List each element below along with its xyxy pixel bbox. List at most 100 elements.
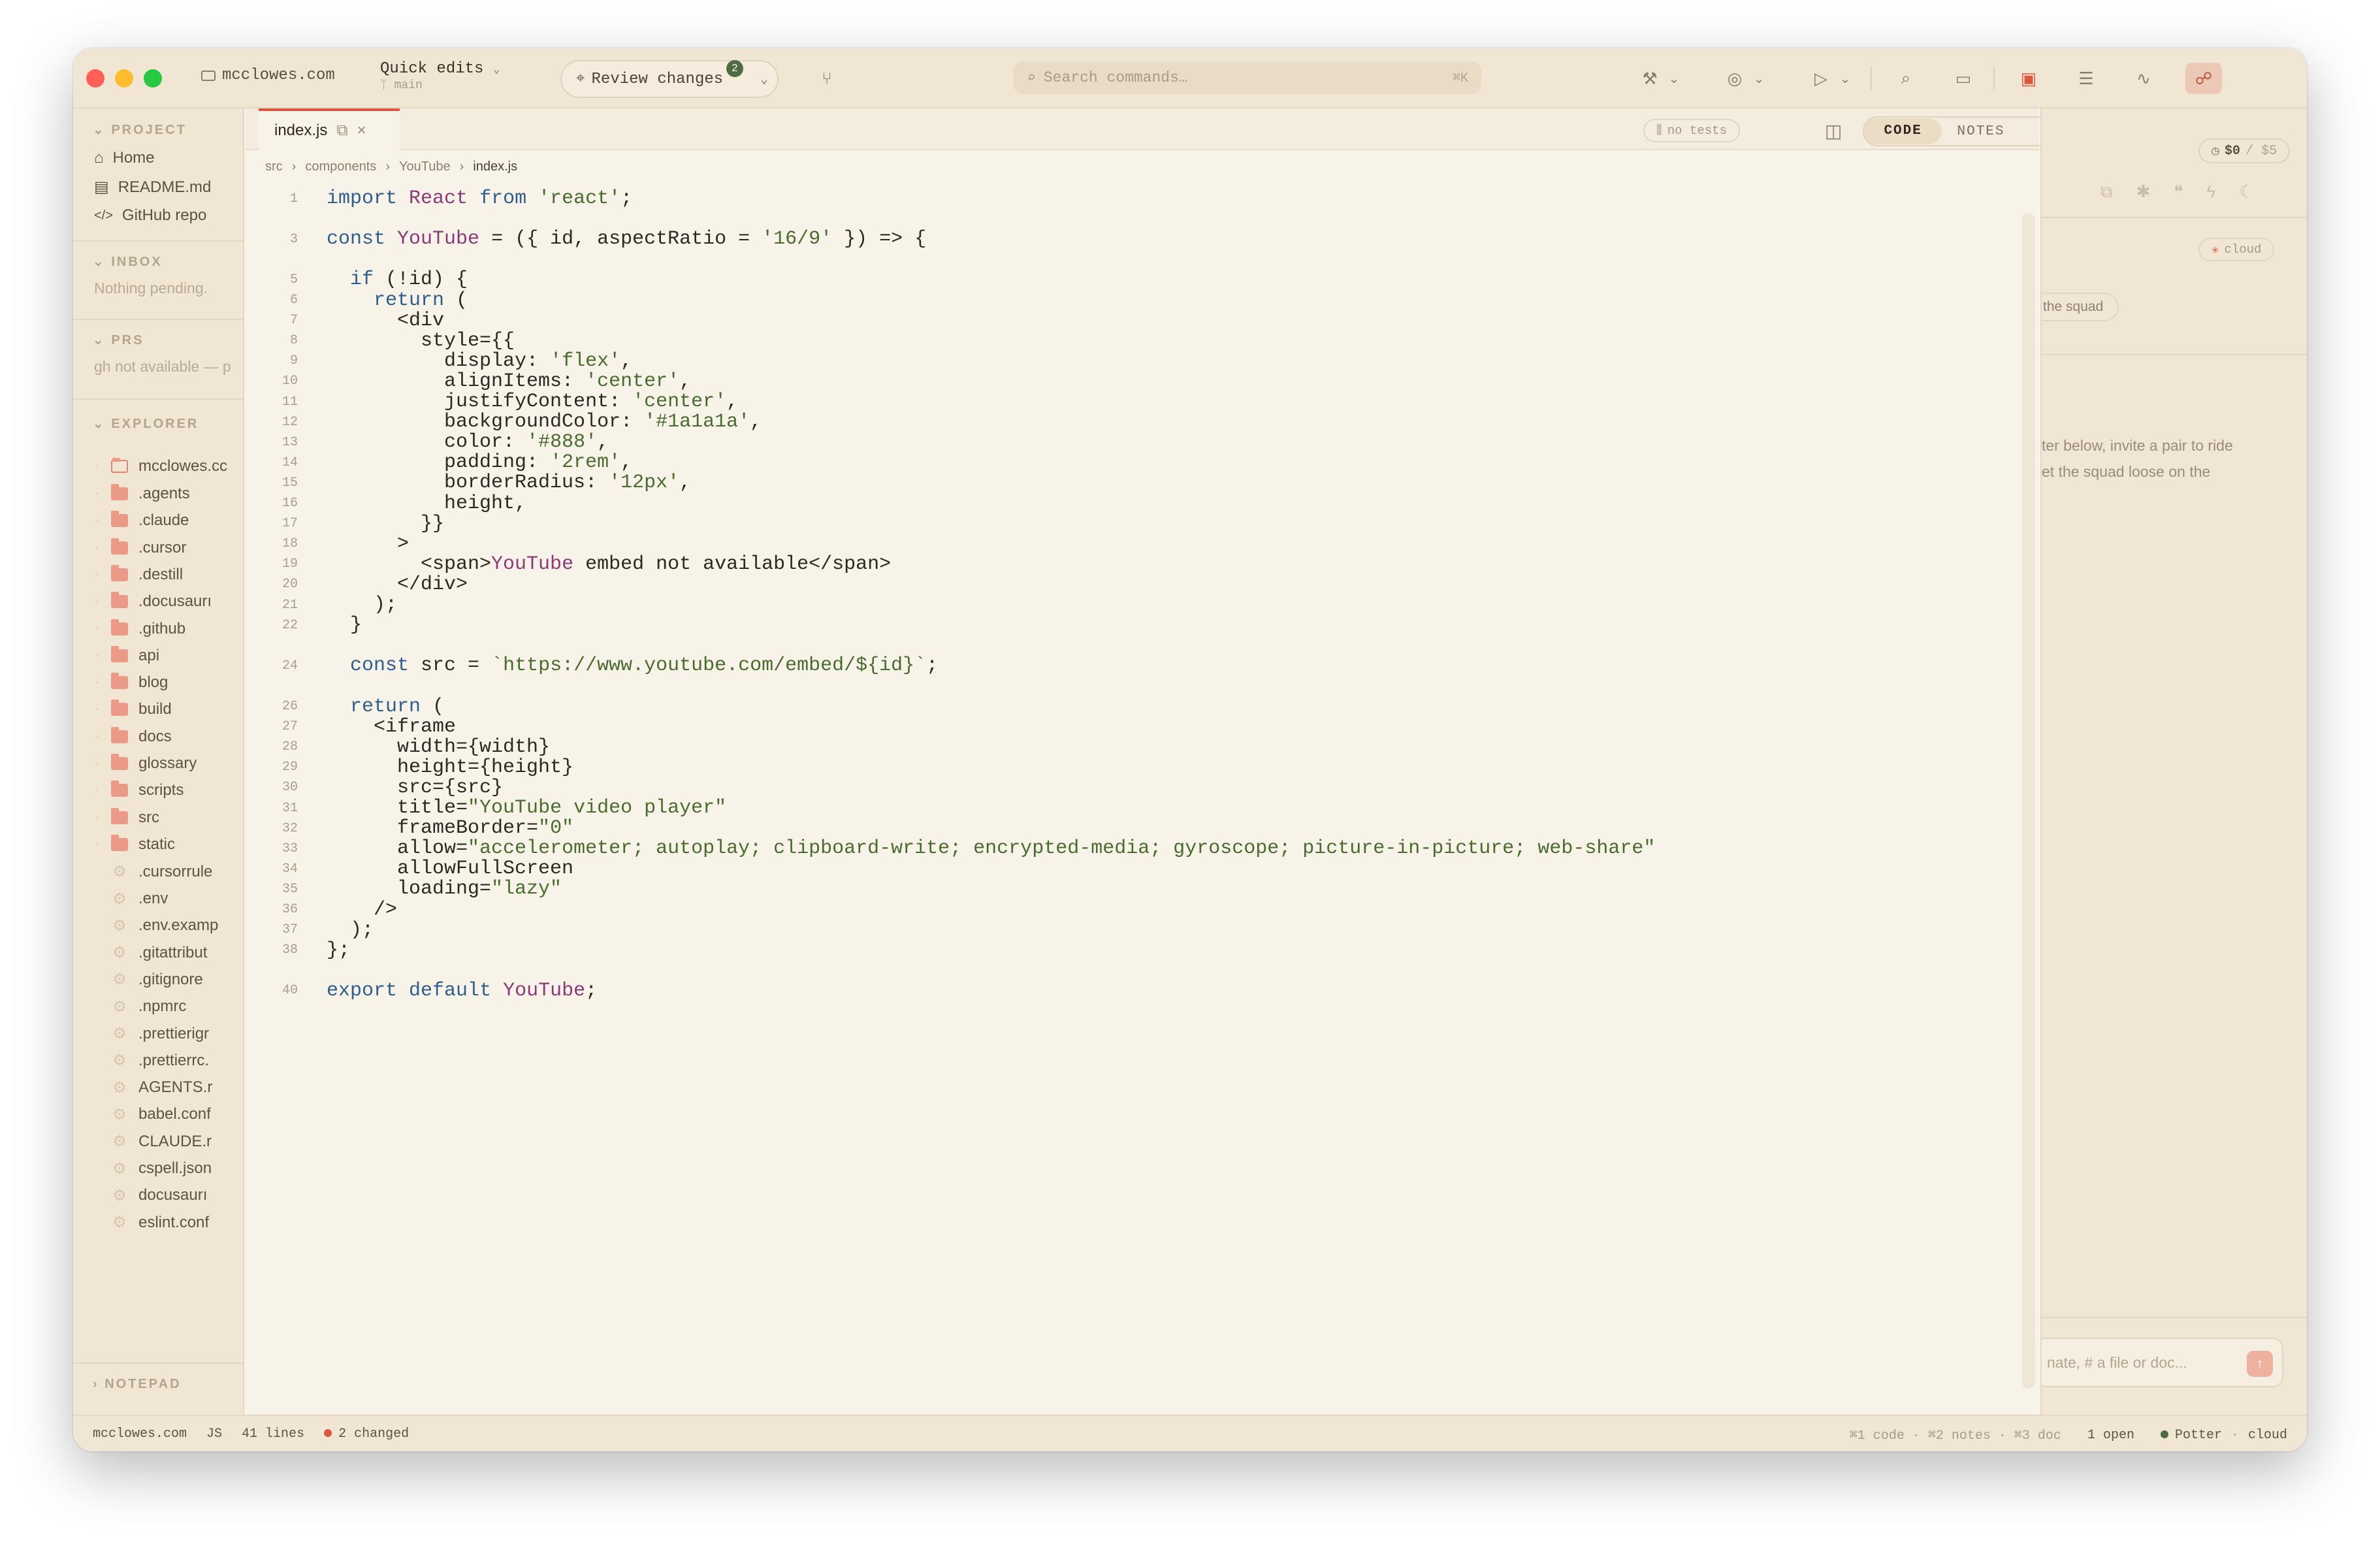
tree-folder[interactable]: · src [95,807,159,827]
tree-file[interactable]: ⚙ cspell.json [95,1159,212,1178]
play-icon[interactable]: ▷ [1807,63,1835,94]
zoom-window-button[interactable] [144,69,162,88]
command-search[interactable]: ⌕ Search commands… ⌘K [1014,61,1481,94]
sidebar-item-home[interactable]: ⌂ Home [94,149,155,167]
tree-folder[interactable]: · .agents [95,484,190,503]
tree-file[interactable]: ⚙ babel.conf [95,1105,211,1124]
chevron-down-icon[interactable]: ⌄ [760,71,768,88]
tree-file[interactable]: ⚙ .prettierigr [95,1024,209,1043]
tab-code[interactable]: CODE [1864,118,1942,144]
explorer-section-header[interactable]: ⌄ EXPLORER [93,415,199,432]
tree-file[interactable]: ⚙ CLAUDE.r [95,1132,212,1151]
breadcrumb-item[interactable]: src [265,159,283,174]
checklist-icon[interactable]: ☰ [2070,63,2102,94]
chevron-down-icon[interactable]: ⌄ [1664,63,1684,94]
status-language[interactable]: JS [206,1427,222,1442]
tree-folder[interactable]: · static [95,834,175,854]
copy-icon[interactable]: ⧉ [2100,182,2113,202]
tree-item-label: .env.examp [138,916,219,935]
tree-folder[interactable]: · docs [95,726,172,746]
review-changes-button[interactable]: ⌖ Review changes ⌄ [560,60,779,98]
tree-file[interactable]: ⚙ .cursorrule [95,862,212,881]
tree-file[interactable]: ⚙ docusaurı [95,1186,207,1205]
chevron-icon: · [95,515,99,526]
code-text: ); [327,594,398,616]
cloud-badge[interactable]: ✳ cloud [2198,238,2275,261]
code-line[interactable]: 38}; [246,939,350,962]
tree-file[interactable]: ⚙ .gitattribut [95,943,207,962]
tree-file[interactable]: ⚙ eslint.conf [95,1213,209,1232]
zoom-icon[interactable]: ⌕ [1891,63,1920,94]
file-icon: ⚙ [112,997,127,1016]
code-line[interactable]: 1 import React from 'react'; [246,187,632,210]
sidebar-item-github[interactable]: </> GitHub repo [94,206,206,225]
tree-folder[interactable]: · build [95,700,172,718]
moon-icon[interactable]: ☾ [2239,182,2254,202]
tree-root-folder[interactable]: · mcclowes.cc [95,457,227,476]
editor-scrollbar[interactable] [2022,213,2035,1389]
status-changed[interactable]: 2 changed [324,1427,409,1442]
breadcrumb-item[interactable]: index.js [473,159,517,174]
project-section-header[interactable]: ⌄ PROJECT [93,121,187,138]
tree-file[interactable]: ⚙ .prettierrc. [95,1051,209,1070]
tree-folder[interactable]: · scripts [95,781,184,799]
commit-icon[interactable]: ⑂ [814,63,840,94]
sidebar-toggle-icon[interactable]: ▣ [2013,63,2044,94]
magic-wand-icon[interactable]: ⚒ [1635,63,1664,94]
tree-file[interactable]: ⚙ .npmrc [95,997,186,1016]
tree-file[interactable]: ⚙ .env.examp [95,916,218,935]
tree-folder[interactable]: · .destill [95,564,183,584]
code-line[interactable]: 24 const src = `https://www.youtube.com/… [246,654,938,677]
chevron-down-icon[interactable]: ⌄ [1749,63,1769,94]
chat-input[interactable]: nate, # a file or doc... ↑ [2042,1338,2283,1387]
tree-folder[interactable]: · .github [95,619,185,638]
tree-item-label: .agents [138,485,190,502]
code-text: alignItems: 'center', [327,370,692,393]
code-line[interactable]: 22 } [246,613,362,637]
chevron-down-icon[interactable]: ⌄ [1835,63,1855,94]
tree-file[interactable]: ⚙ AGENTS.r [95,1078,212,1097]
code-line[interactable]: 3 const YouTube = ({ id, aspectRatio = '1… [246,227,926,251]
close-window-button[interactable] [86,69,105,88]
squad-chip[interactable]: the squad [2042,293,2119,321]
tree-folder[interactable]: · blog [95,673,168,692]
prs-section-header[interactable]: ⌄ PRS [93,332,144,348]
minimize-window-button[interactable] [115,69,133,88]
status-user[interactable]: Potter [2160,1428,2222,1443]
status-mode[interactable]: cloud [2248,1428,2287,1443]
terminal-icon[interactable]: ▭ [1949,63,1978,94]
tab-index-js[interactable]: index.js ⧉ × [259,108,400,150]
tree-folder[interactable]: · .docusaurı [95,592,212,611]
breadcrumb-item[interactable]: YouTube [399,159,451,174]
tree-item-label: blog [138,673,169,692]
code-text: src={src} [327,776,504,799]
tree-folder[interactable]: · .claude [95,511,189,530]
project-switcher[interactable]: mcclowes.com [201,67,335,84]
tree-folder[interactable]: · api [95,645,159,665]
tab-notes[interactable]: NOTES [1942,124,2019,139]
tree-folder[interactable]: · .cursor [95,538,186,557]
sidebar-item-readme[interactable]: ▤ README.md [94,178,211,197]
send-icon[interactable]: ↑ [2247,1351,2273,1377]
inbox-section-header[interactable]: ⌄ INBOX [93,253,163,270]
squad-icon[interactable]: ☍ [2185,63,2222,94]
split-view-icon[interactable]: ◫ [1825,120,1842,142]
tests-status-pill[interactable]: ⫼ no tests [1643,119,1740,142]
line-number: 7 [289,313,298,329]
search-input[interactable]: Search commands… [1044,69,1188,86]
copy-icon[interactable]: ⧉ [336,121,347,140]
activity-icon[interactable]: ∿ [2128,63,2159,94]
status-open-count[interactable]: 1 open [2087,1428,2134,1443]
tree-file[interactable]: ⚙ .gitignore [95,970,203,989]
lightning-icon[interactable]: ϟ [2206,182,2215,202]
breadcrumb-item[interactable]: components [305,159,376,174]
tree-file[interactable]: ⚙ .env [95,890,168,909]
waveform-icon[interactable]: ✱ [2136,182,2151,202]
close-icon[interactable]: × [357,121,366,140]
code-line[interactable]: 40 export default YouTube; [246,979,597,1003]
check-circle-icon[interactable]: ◎ [1720,63,1749,94]
tree-folder[interactable]: · glossary [95,754,197,773]
session-switcher[interactable]: Quick edits ⌄ ᛘ main [380,60,500,92]
chat-icon[interactable]: ❝ [2174,182,2183,202]
notepad-section-header[interactable]: › NOTEPAD [93,1377,182,1392]
